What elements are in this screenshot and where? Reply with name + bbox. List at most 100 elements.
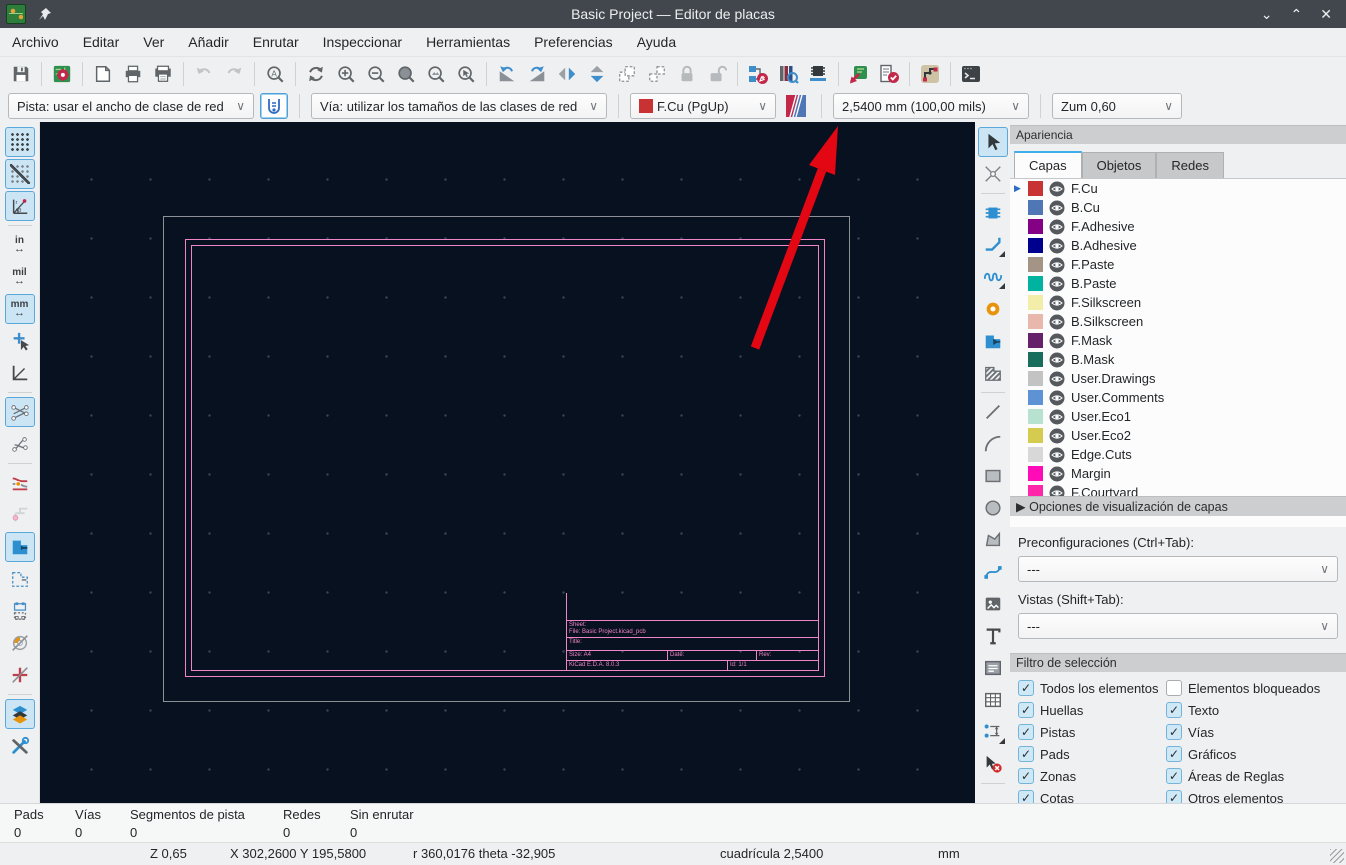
menu-ver[interactable]: Ver xyxy=(131,30,176,54)
grid-dropdown[interactable]: 2,5400 mm (100,00 mils) ∨ xyxy=(833,93,1029,119)
visibility-eye-icon[interactable] xyxy=(1049,352,1065,368)
checkbox-icon[interactable] xyxy=(1018,724,1034,740)
layer-color-swatch[interactable] xyxy=(1028,295,1043,310)
minimize-button[interactable]: ⌄ xyxy=(1261,6,1273,23)
plot-button[interactable] xyxy=(148,59,178,89)
active-layer-dropdown[interactable]: F.Cu (PgUp) ∨ xyxy=(630,93,776,119)
filter-graficos[interactable]: Gráficos xyxy=(1166,746,1342,762)
polygon-button[interactable] xyxy=(978,525,1008,555)
layer-row[interactable]: User.Comments xyxy=(1010,388,1346,407)
menu-editar[interactable]: Editar xyxy=(71,30,132,54)
visibility-eye-icon[interactable] xyxy=(1049,409,1065,425)
layer-row[interactable]: F.Adhesive xyxy=(1010,217,1346,236)
table-button[interactable] xyxy=(978,685,1008,715)
visibility-eye-icon[interactable] xyxy=(1049,447,1065,463)
layer-color-swatch[interactable] xyxy=(1028,181,1043,196)
pad-sketch-mode-button[interactable] xyxy=(5,628,35,658)
layer-row[interactable]: User.Eco1 xyxy=(1010,407,1346,426)
rule-area-button[interactable] xyxy=(978,358,1008,388)
grid-overrides-button[interactable] xyxy=(5,159,35,189)
layer-color-swatch[interactable] xyxy=(1028,276,1043,291)
layer-color-swatch[interactable] xyxy=(1028,371,1043,386)
zoom-in-button[interactable] xyxy=(331,59,361,89)
checkbox-icon[interactable] xyxy=(1018,680,1034,696)
footprint-editor-button[interactable] xyxy=(803,59,833,89)
layer-row[interactable]: B.Paste xyxy=(1010,274,1346,293)
layer-color-swatch[interactable] xyxy=(1028,333,1043,348)
units-mm-button[interactable]: mm↔ xyxy=(5,294,35,324)
resize-grip[interactable] xyxy=(1330,849,1344,863)
layer-row[interactable]: Edge.Cuts xyxy=(1010,445,1346,464)
bezier-button[interactable] xyxy=(978,557,1008,587)
visibility-eye-icon[interactable] xyxy=(1049,257,1065,273)
layer-color-swatch[interactable] xyxy=(1028,352,1043,367)
visibility-eye-icon[interactable] xyxy=(1049,333,1065,349)
visibility-eye-icon[interactable] xyxy=(1049,238,1065,254)
checkbox-icon[interactable] xyxy=(1018,702,1034,718)
filter-texto[interactable]: Texto xyxy=(1166,702,1342,718)
group-button[interactable] xyxy=(612,59,642,89)
close-button[interactable]: ✕ xyxy=(1320,6,1332,23)
checkbox-icon[interactable] xyxy=(1018,768,1034,784)
layer-color-swatch[interactable] xyxy=(1028,447,1043,462)
maximize-button[interactable]: ⌃ xyxy=(1291,6,1303,23)
filter-elementos-bloqueados[interactable]: Elementos bloqueados xyxy=(1166,680,1342,696)
tune-length-button[interactable] xyxy=(978,262,1008,292)
textbox-button[interactable] xyxy=(978,653,1008,683)
layer-color-swatch[interactable] xyxy=(1028,428,1043,443)
zoom-fit-button[interactable] xyxy=(391,59,421,89)
units-mils-button[interactable]: mil↔ xyxy=(5,262,35,292)
layer-color-swatch[interactable] xyxy=(1028,409,1043,424)
zoom-out-button[interactable] xyxy=(361,59,391,89)
menu-anadir[interactable]: Añadir xyxy=(176,30,240,54)
circle-button[interactable] xyxy=(978,493,1008,523)
visibility-eye-icon[interactable] xyxy=(1049,485,1065,497)
footprint-sketch-mode-button[interactable] xyxy=(5,596,35,626)
select-tool-button[interactable] xyxy=(978,127,1008,157)
layer-row[interactable]: Margin xyxy=(1010,464,1346,483)
tab-objetos[interactable]: Objetos xyxy=(1082,152,1157,178)
net-names-button[interactable] xyxy=(5,500,35,530)
footprint-library-browser-button[interactable] xyxy=(773,59,803,89)
tab-redes[interactable]: Redes xyxy=(1156,152,1224,178)
curved-ratsnest-button[interactable] xyxy=(5,429,35,459)
scripting-console-button[interactable] xyxy=(956,59,986,89)
layer-color-swatch[interactable] xyxy=(1028,314,1043,329)
visibility-eye-icon[interactable] xyxy=(1049,390,1065,406)
grid-dots-button[interactable] xyxy=(5,127,35,157)
filter-vias[interactable]: Vías xyxy=(1166,724,1342,740)
rotate-cw-button[interactable] xyxy=(522,59,552,89)
save-button[interactable] xyxy=(6,59,36,89)
image-button[interactable] xyxy=(978,589,1008,619)
layers-manager-button[interactable] xyxy=(5,699,35,729)
layer-row[interactable]: B.Cu xyxy=(1010,198,1346,217)
add-footprint-button[interactable] xyxy=(978,198,1008,228)
polar-coordinates-button[interactable]: rθ xyxy=(5,191,35,221)
zoom-dropdown[interactable]: Zum 0,60 ∨ xyxy=(1052,93,1182,119)
checkbox-icon[interactable] xyxy=(1166,702,1182,718)
checkbox-icon[interactable] xyxy=(1166,768,1182,784)
print-button[interactable] xyxy=(118,59,148,89)
layer-row[interactable]: F.Courtyard xyxy=(1010,483,1346,496)
layer-color-swatch[interactable] xyxy=(1028,466,1043,481)
layer-color-swatch[interactable] xyxy=(1028,219,1043,234)
filter-pads[interactable]: Pads xyxy=(1018,746,1166,762)
layer-row[interactable]: F.Paste xyxy=(1010,255,1346,274)
layer-row[interactable]: F.Silkscreen xyxy=(1010,293,1346,312)
filter-todos-los-elementos[interactable]: Todos los elementos xyxy=(1018,680,1166,696)
auto-track-width-button[interactable] xyxy=(260,93,288,119)
units-inches-button[interactable]: in↔ xyxy=(5,230,35,260)
layer-color-swatch[interactable] xyxy=(1028,238,1043,253)
track-width-dropdown[interactable]: Pista: usar el ancho de clase de red ∨ xyxy=(8,93,254,119)
local-ratsnest-button[interactable] xyxy=(978,159,1008,189)
filter-pistas[interactable]: Pistas xyxy=(1018,724,1166,740)
arc-button[interactable] xyxy=(978,429,1008,459)
layer-row[interactable]: ▶F.Cu xyxy=(1010,179,1346,198)
redo-button[interactable] xyxy=(219,59,249,89)
undo-button[interactable] xyxy=(189,59,219,89)
flip-horizontal-button[interactable] xyxy=(552,59,582,89)
dimension-button[interactable] xyxy=(978,717,1008,747)
layer-color-swatch[interactable] xyxy=(1028,257,1043,272)
zone-filled-mode-button[interactable] xyxy=(5,532,35,562)
visibility-eye-icon[interactable] xyxy=(1049,219,1065,235)
